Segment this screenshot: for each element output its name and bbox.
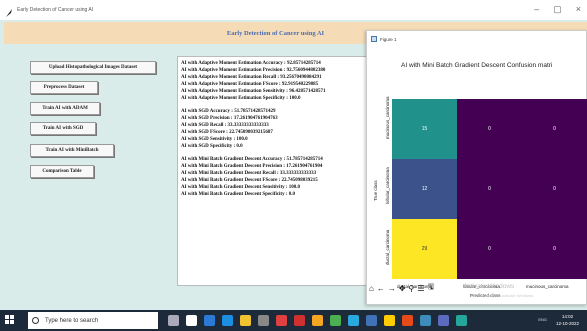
result-line: AI with Adaptive Moment Estimation Speci… xyxy=(181,96,301,101)
heatmap-cell: 0 xyxy=(522,219,587,279)
app-icon[interactable] xyxy=(456,315,467,326)
heatmap-cell: 0 xyxy=(522,159,587,219)
store-icon[interactable] xyxy=(258,315,269,326)
heatmap-cell: 0 xyxy=(457,159,522,219)
x-tick-label: mucinous_carcinoma xyxy=(526,284,569,289)
app-icon[interactable] xyxy=(330,315,341,326)
app-icon[interactable] xyxy=(276,315,287,326)
home-icon[interactable]: ⌂ xyxy=(369,284,374,293)
result-line: AI with Adaptive Moment Estimation Recal… xyxy=(181,75,322,80)
preprocess-dataset-button[interactable]: Preprocess Dataset xyxy=(30,81,98,94)
result-line: AI with Mini Batch Gradient Descent Accu… xyxy=(181,157,323,162)
banner-text: Early Detection of Cancer using AI xyxy=(226,29,325,37)
app-title-bar: Early Detection of Cancer using AI – ▢ × xyxy=(0,0,587,20)
heatmap-cell: 29 xyxy=(392,219,457,279)
train-sgd-button[interactable]: Train AI with SGD xyxy=(30,122,96,135)
taskbar-clock[interactable]: 14:02 12-10-2022 xyxy=(556,313,579,327)
app-icon[interactable] xyxy=(402,315,413,326)
task-view-icon[interactable] xyxy=(186,315,197,326)
app-icon[interactable] xyxy=(366,315,377,326)
figure-window-title: Figure 1 xyxy=(380,36,397,42)
y-axis-title: True class xyxy=(373,180,378,201)
train-adam-button[interactable]: Train AI with ADAM xyxy=(30,102,100,115)
search-placeholder: Type here to search xyxy=(45,317,99,324)
figure-title-bar: Figure 1 xyxy=(367,31,587,47)
clock-date: 12-10-2022 xyxy=(555,321,579,326)
minimize-button[interactable]: – xyxy=(534,4,539,15)
chart-title: AI with Mini Batch Gradient Descent Conf… xyxy=(401,62,553,69)
result-line: AI with Adaptive Moment Estimation Preci… xyxy=(181,68,326,73)
app-icon[interactable] xyxy=(312,315,323,326)
result-line: AI with SGD FScore : 22.745098039215687 xyxy=(181,130,273,135)
clock-time: 14:02 xyxy=(561,314,574,319)
feather-icon xyxy=(4,5,14,17)
window-controls: – ▢ × xyxy=(534,4,581,15)
activate-windows-subtext: Go to Settings to activate Windows. xyxy=(471,293,535,298)
back-icon[interactable]: ← xyxy=(377,284,385,293)
mic-icon[interactable] xyxy=(168,315,179,326)
heatmap-cell: 0 xyxy=(457,99,522,159)
result-line: AI with Adaptive Moment Estimation Sensi… xyxy=(181,89,326,94)
close-button[interactable]: × xyxy=(576,4,581,15)
figure-icon xyxy=(371,36,377,42)
app-icon[interactable] xyxy=(438,315,449,326)
windows-start-icon[interactable] xyxy=(5,315,15,325)
y-tick-label: mucinous_carcinoma xyxy=(385,96,390,139)
result-line: AI with SGD Precision : 17.2619047619047… xyxy=(181,116,278,121)
result-line: AI with SGD Recall : 33.33333333333333 xyxy=(181,123,269,128)
system-tray-language[interactable]: ENG xyxy=(538,317,547,322)
figure-window: Figure 1 AI with Mini Batch Gradient Des… xyxy=(366,30,587,305)
result-line: AI with SGD Accuracy : 51.78571428571429 xyxy=(181,109,276,114)
heatmap-cell: 0 xyxy=(457,219,522,279)
result-line: AI with Mini Batch Gradient Descent Prec… xyxy=(181,164,323,169)
result-line: AI with Mini Batch Gradient Descent FSco… xyxy=(181,178,318,183)
results-text-area[interactable]: AI with Adaptive Moment Estimation Accur… xyxy=(177,56,375,286)
app-icon[interactable] xyxy=(294,315,305,326)
figure-toolbar: ⌂ ← → ✥ ⚲ ☰ 🖫 xyxy=(369,281,434,295)
heatmap-cell: 12 xyxy=(392,159,457,219)
app-icon[interactable] xyxy=(348,315,359,326)
heatmap-cell: 0 xyxy=(522,99,587,159)
save-icon[interactable]: 🖫 xyxy=(428,281,435,295)
search-icon xyxy=(32,317,39,324)
window-title: Early Detection of Cancer using AI xyxy=(17,7,94,13)
activate-windows-watermark: Activate Windows xyxy=(463,283,515,290)
upload-dataset-button[interactable]: Upload Histopathological Images Dataset xyxy=(30,61,156,74)
file-explorer-icon[interactable] xyxy=(240,315,251,326)
heatmap-cell: 15 xyxy=(392,99,457,159)
result-line: AI with SGD Specificity : 0.0 xyxy=(181,144,243,149)
app-icon[interactable] xyxy=(420,315,431,326)
pan-icon[interactable]: ✥ xyxy=(399,284,406,293)
edge-icon[interactable] xyxy=(222,315,233,326)
result-line: AI with SGD Sensitivity : 100.0 xyxy=(181,137,248,142)
comparison-table-button[interactable]: Comparison Table xyxy=(30,165,94,178)
taskbar-search-box[interactable]: Type here to search xyxy=(28,312,158,329)
taskbar: Type here to search ENG 14:02 12-10-2022 xyxy=(0,310,587,331)
y-tick-label: ductal_carcinoma xyxy=(385,229,390,265)
train-minibatch-button[interactable]: Train AI with MiniBatch xyxy=(30,144,114,157)
app-icon[interactable] xyxy=(204,315,215,326)
result-line: AI with Adaptive Moment Estimation Accur… xyxy=(181,61,321,66)
configure-icon[interactable]: ☰ xyxy=(417,284,424,293)
y-tick-label: lobular_carcinoma xyxy=(385,167,390,204)
forward-icon[interactable]: → xyxy=(388,284,396,293)
result-line: AI with Mini Batch Gradient Descent Reca… xyxy=(181,171,317,176)
python-icon[interactable] xyxy=(384,315,395,326)
result-line: AI with Adaptive Moment Estimation FScor… xyxy=(181,82,319,87)
result-line: AI with Mini Batch Gradient Descent Sens… xyxy=(181,185,301,190)
maximize-button[interactable]: ▢ xyxy=(553,4,562,15)
zoom-icon[interactable]: ⚲ xyxy=(409,284,415,293)
result-line: AI with Mini Batch Gradient Descent Spec… xyxy=(181,192,296,197)
